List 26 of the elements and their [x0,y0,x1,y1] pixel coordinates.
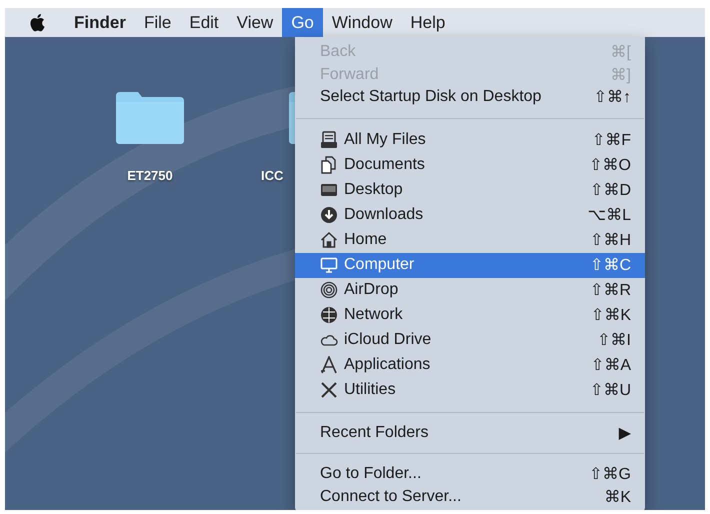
menu-item[interactable]: Select Startup Disk on Desktop ⇧⌘↑ [295,86,645,108]
apple-logo-icon[interactable] [29,13,45,32]
menu-bar-item[interactable]: Finder [65,8,135,37]
menu-bar-item[interactable]: View [228,8,282,37]
menu-item[interactable]: Documents ⇧⌘O [295,152,645,178]
menu-item[interactable]: Connect to Server... ⌘K [295,486,645,508]
folder-label: ICC [261,168,284,183]
menu-item[interactable]: Recent Folders ▶ [295,422,645,444]
menu-item[interactable]: Applications ⇧⌘A [295,352,645,378]
menu-item[interactable]: Network ⇧⌘K [295,302,645,328]
menu-item[interactable]: Go to Folder... ⇧⌘G [295,463,645,486]
menu-item[interactable]: Desktop ⇧⌘D [295,178,645,202]
folder-label: ET2750 [127,168,173,183]
menu-item[interactable]: Utilities ⇧⌘U [295,378,645,402]
menu-item[interactable]: iCloud Drive ⇧⌘I [295,328,645,352]
menu-bar-item[interactable]: Window [322,8,402,37]
menu-bar-item[interactable]: Edit [180,8,228,37]
menu-item[interactable]: Computer ⇧⌘C [295,252,645,278]
menu-bar-item[interactable]: Help [401,8,454,37]
folder-icon[interactable] [114,90,186,146]
menu-bar-item[interactable]: File [134,8,180,37]
menu-item[interactable]: Downloads ⌥⌘L [295,202,645,228]
menu-bar-item[interactable]: Go [282,8,323,37]
menu-item[interactable]: Home ⇧⌘H [295,228,645,252]
menu-item[interactable]: AirDrop ⇧⌘R [295,278,645,302]
menu-item[interactable]: All My Files ⇧⌘F [295,128,645,152]
